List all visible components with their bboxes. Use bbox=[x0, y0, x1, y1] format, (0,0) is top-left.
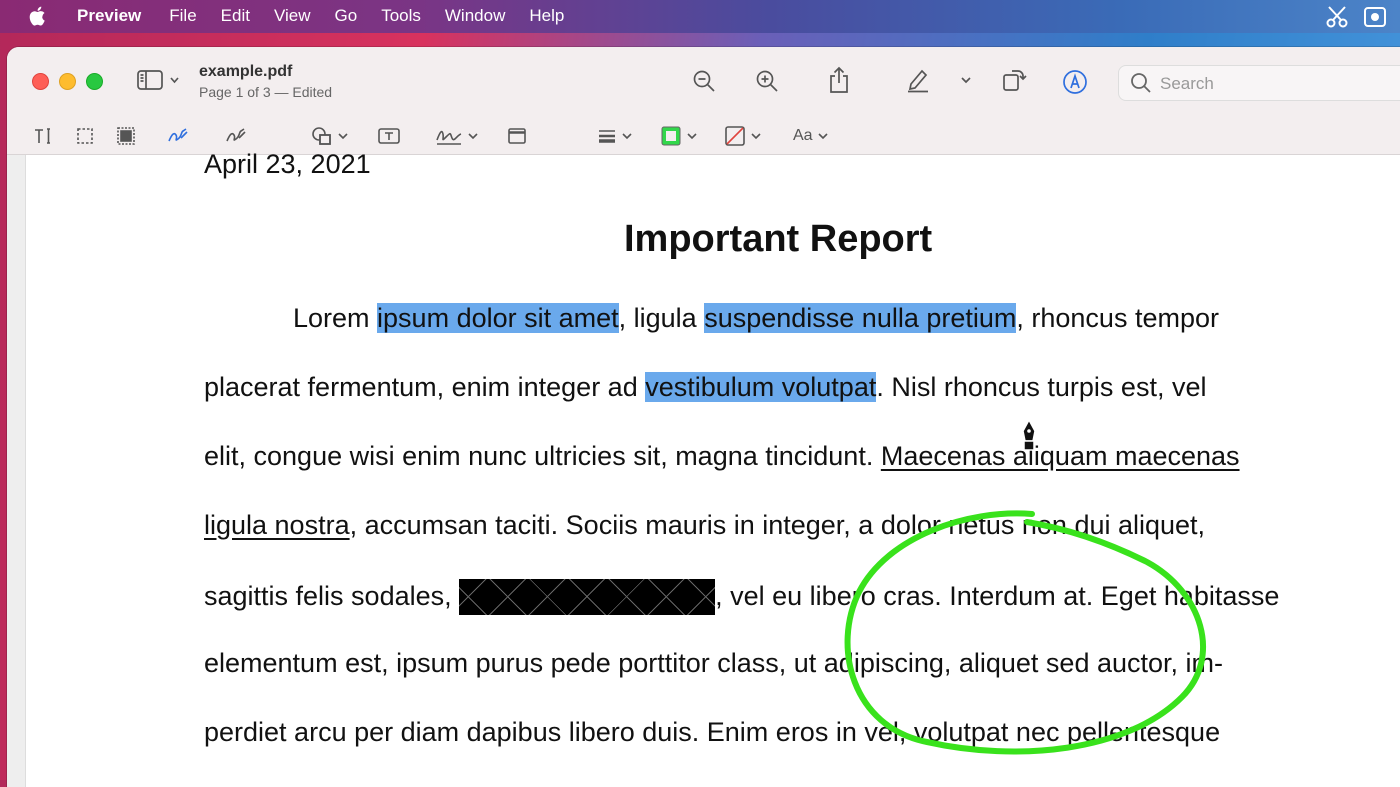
smart-lasso-icon bbox=[117, 127, 135, 145]
fullscreen-window-button[interactable] bbox=[86, 73, 103, 90]
page-gutter bbox=[7, 155, 26, 787]
menu-help[interactable]: Help bbox=[529, 6, 564, 26]
draw-icon bbox=[226, 128, 246, 142]
fill-color-tool[interactable] bbox=[724, 125, 762, 147]
search-field[interactable]: Search bbox=[1118, 65, 1400, 101]
document-date: April 23, 2021 bbox=[204, 149, 371, 179]
shapes-icon bbox=[312, 127, 331, 145]
text-run: , rhoncus tempor bbox=[1016, 303, 1219, 333]
sign-tool[interactable] bbox=[435, 125, 479, 147]
markup-icon bbox=[1063, 70, 1087, 94]
markup-toolbar-button[interactable] bbox=[1062, 69, 1088, 95]
text-run: , vel eu libero cras. Interdum at. Eget … bbox=[715, 581, 1280, 611]
close-window-button[interactable] bbox=[32, 73, 49, 90]
sidebar-icon bbox=[137, 70, 179, 90]
paragraph-line-3: elit, congue wisi enim nunc ultricies si… bbox=[204, 441, 1240, 472]
sign-icon bbox=[436, 130, 462, 145]
text-run: placerat fermentum, enim integer ad bbox=[204, 372, 646, 402]
zoom-in-button[interactable] bbox=[755, 69, 779, 93]
menu-view[interactable]: View bbox=[274, 6, 311, 26]
chevron-down-icon bbox=[818, 133, 828, 140]
document-title: example.pdf bbox=[199, 63, 293, 80]
underlined-text[interactable]: Maecenas aliquam maecenas bbox=[881, 441, 1240, 471]
text-box-tool[interactable] bbox=[377, 125, 401, 147]
underlined-text[interactable]: ligula nostra bbox=[204, 510, 350, 540]
shape-style-tool[interactable] bbox=[597, 125, 633, 147]
zoom-in-icon bbox=[756, 70, 778, 92]
search-icon bbox=[1131, 73, 1151, 93]
paragraph-line-2: placerat fermentum, enim integer ad vest… bbox=[204, 372, 1206, 403]
search-placeholder: Search bbox=[1160, 74, 1214, 93]
chevron-down-icon bbox=[622, 133, 632, 140]
menu-file[interactable]: File bbox=[169, 6, 196, 26]
zoom-out-icon bbox=[693, 70, 715, 92]
text-selection-tool[interactable] bbox=[33, 125, 53, 147]
menu-app-name[interactable]: Preview bbox=[77, 6, 141, 26]
text-run: , accumsan taciti. Sociis mauris in inte… bbox=[349, 510, 1206, 540]
share-icon bbox=[830, 66, 848, 93]
sidebar-toggle-button[interactable] bbox=[137, 69, 181, 91]
rect-selection-icon bbox=[77, 128, 93, 144]
minimize-window-button[interactable] bbox=[59, 73, 76, 90]
text-run: . Nisl rhoncus turpis est, vel bbox=[876, 372, 1207, 402]
highlighted-text[interactable]: ipsum dolor sit amet bbox=[377, 303, 619, 333]
report-title: Important Report bbox=[624, 218, 933, 260]
paragraph-line-4: ligula nostra, accumsan taciti. Sociis m… bbox=[204, 510, 1205, 541]
note-icon bbox=[508, 128, 526, 144]
text-run: sagittis felis sodales, bbox=[204, 581, 460, 611]
pdf-page: April 23, 2021 Important Report Lorem ip… bbox=[7, 149, 1400, 787]
paragraph-line-1: Lorem ipsum dolor sit amet, ligula suspe… bbox=[293, 303, 1219, 334]
paragraph-line-7: perdiet arcu per diam dapibus libero dui… bbox=[204, 717, 1220, 748]
rotate-icon bbox=[1003, 70, 1027, 91]
zoom-out-button[interactable] bbox=[692, 69, 716, 93]
menu-go[interactable]: Go bbox=[335, 6, 358, 26]
rectangular-selection-tool[interactable] bbox=[75, 125, 95, 147]
sketch-tool[interactable] bbox=[167, 125, 189, 147]
paragraph-line-5: sagittis felis sodales, , vel eu libero … bbox=[204, 579, 1279, 615]
scissors-icon[interactable] bbox=[1324, 4, 1350, 30]
screen-record-icon[interactable] bbox=[1362, 4, 1388, 30]
text-run: perdiet arcu per diam dapibus libero dui… bbox=[204, 717, 1221, 747]
document-subtitle: Page 1 of 3 — Edited bbox=[199, 84, 333, 100]
menu-bar: Preview File Edit View Go Tools Window H… bbox=[0, 0, 1400, 33]
border-color-tool[interactable] bbox=[660, 125, 698, 147]
draw-tool[interactable] bbox=[225, 125, 247, 147]
menu-tools[interactable]: Tools bbox=[381, 6, 421, 26]
text-run: elementum est, ipsum purus pede porttito… bbox=[204, 648, 1223, 678]
note-tool[interactable] bbox=[507, 125, 527, 147]
text-selection-icon bbox=[35, 128, 50, 144]
highlighted-text[interactable]: suspendisse nulla pretium bbox=[704, 303, 1017, 333]
highlight-options-button[interactable] bbox=[959, 73, 973, 87]
share-button[interactable] bbox=[828, 66, 850, 94]
window-toolbar: example.pdf Page 1 of 3 — Edited Search bbox=[7, 47, 1400, 117]
shapes-tool[interactable] bbox=[311, 125, 349, 147]
chevron-down-icon bbox=[338, 133, 348, 140]
paragraph-line-6: elementum est, ipsum purus pede porttito… bbox=[204, 648, 1223, 679]
text-box-icon bbox=[378, 128, 400, 144]
rotate-button[interactable] bbox=[1001, 66, 1027, 92]
pen-cursor-icon bbox=[1022, 419, 1036, 451]
menu-window[interactable]: Window bbox=[445, 6, 505, 26]
chevron-down-icon bbox=[961, 77, 971, 84]
shape-style-icon bbox=[599, 130, 615, 143]
border-color-icon bbox=[661, 126, 681, 146]
redaction-box[interactable] bbox=[459, 579, 716, 615]
menu-edit[interactable]: Edit bbox=[221, 6, 250, 26]
text-style-tool[interactable]: Aa bbox=[793, 125, 829, 147]
chevron-down-icon bbox=[751, 133, 761, 140]
fill-color-icon bbox=[725, 126, 745, 146]
text-run: , ligula bbox=[618, 303, 705, 333]
smart-lasso-tool[interactable] bbox=[116, 125, 136, 147]
chevron-down-icon bbox=[687, 133, 697, 140]
chevron-down-icon bbox=[468, 133, 478, 140]
text-style-label: Aa bbox=[793, 127, 813, 144]
highlight-button[interactable] bbox=[905, 67, 931, 93]
apple-logo-icon[interactable] bbox=[28, 5, 48, 27]
text-run: Lorem bbox=[293, 303, 378, 333]
preview-window: example.pdf Page 1 of 3 — Edited Search … bbox=[7, 47, 1400, 787]
highlighted-text[interactable]: vestibulum volutpat bbox=[645, 372, 877, 402]
highlight-pen-icon bbox=[908, 69, 928, 93]
text-run: elit, congue wisi enim nunc ultricies si… bbox=[204, 441, 881, 471]
sketch-icon bbox=[168, 128, 188, 142]
